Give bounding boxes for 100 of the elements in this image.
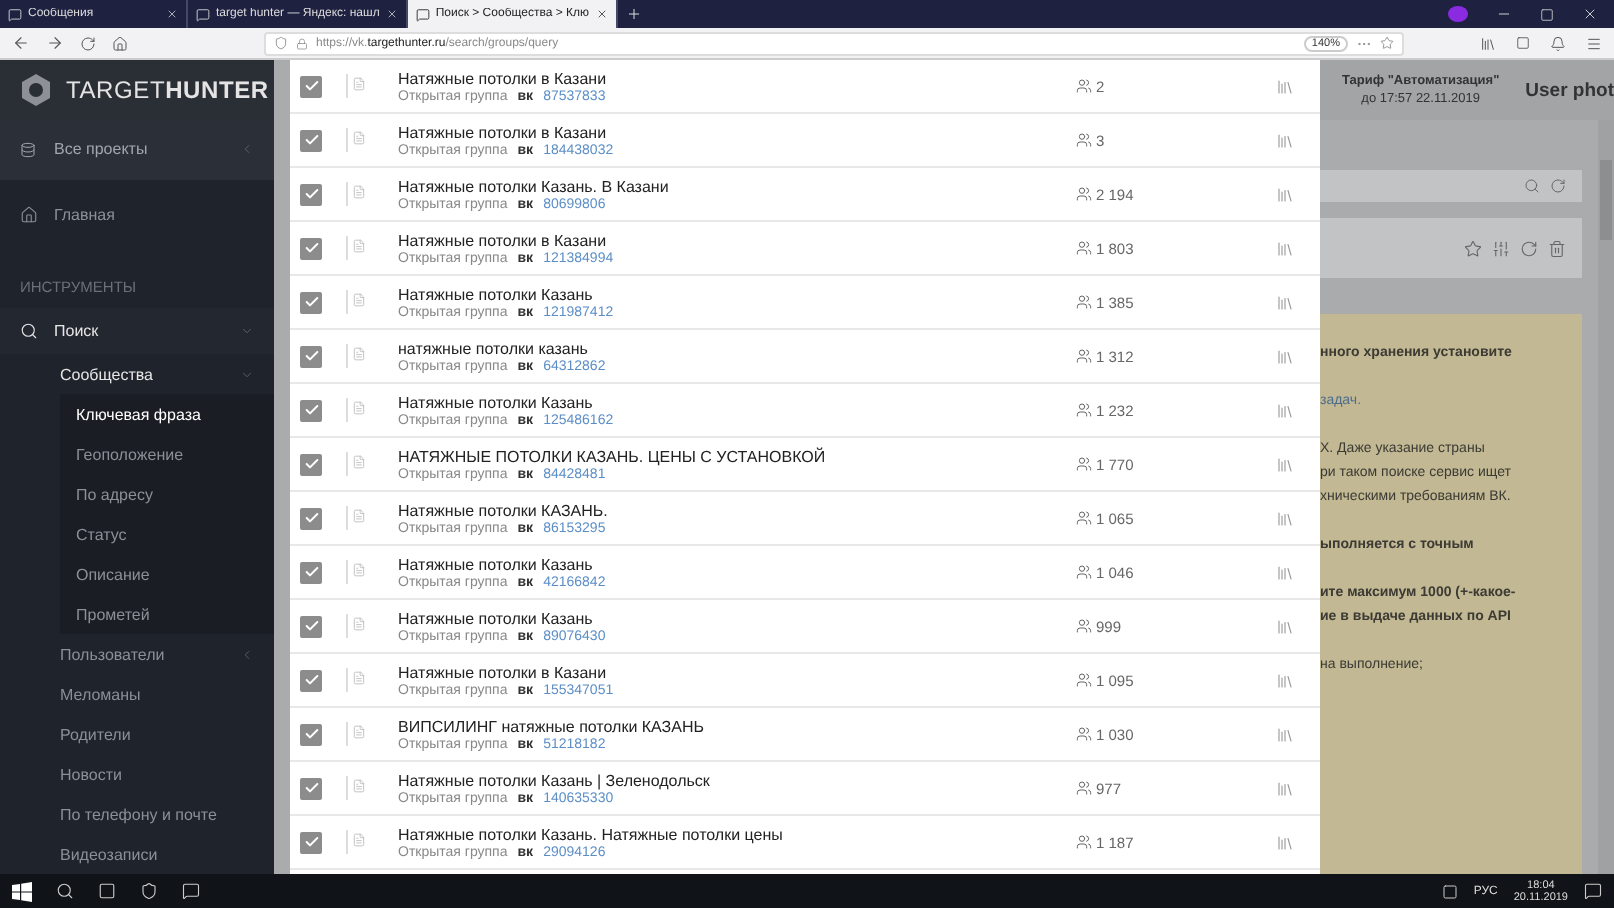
chevron-down-icon (240, 324, 254, 339)
checkbox[interactable] (300, 129, 322, 151)
sidebar-item[interactable]: Сообщества (0, 354, 274, 395)
checkbox[interactable] (300, 345, 322, 367)
checkbox[interactable] (300, 183, 322, 205)
members-icon (1076, 510, 1092, 526)
checkbox[interactable] (300, 615, 322, 637)
members-icon (1076, 618, 1092, 634)
stats-icon[interactable] (1276, 725, 1294, 743)
home-item[interactable]: Главная (0, 179, 274, 252)
stats-icon[interactable] (1276, 347, 1294, 365)
scrollbar[interactable] (1598, 120, 1614, 874)
app-icon[interactable] (182, 882, 200, 900)
task-view-icon[interactable] (98, 882, 116, 900)
checkbox[interactable] (300, 399, 322, 421)
group-avatar-icon (352, 344, 366, 364)
trash-icon[interactable] (1548, 239, 1566, 257)
refresh-icon[interactable] (1550, 178, 1566, 194)
sidebar-item[interactable]: Пользователи (0, 634, 274, 675)
group-title[interactable]: натяжные потолки казань (398, 339, 1076, 357)
group-title[interactable]: НАТЯЖНЫЕ ПОТОЛКИ КАЗАНЬ. ЦЕНЫ С УСТАНОВКОЙ (398, 447, 1076, 465)
checkbox[interactable] (300, 561, 322, 583)
group-avatar-icon (352, 560, 366, 580)
sidebar-item[interactable]: Меломаны (0, 674, 274, 715)
checkbox[interactable] (300, 723, 322, 745)
sidebar-item[interactable]: Видеозаписи (0, 834, 274, 875)
stats-icon[interactable] (1276, 779, 1294, 797)
star-icon[interactable] (1464, 239, 1482, 257)
members-icon (1076, 672, 1092, 688)
sidebar-item[interactable]: Новости (0, 754, 274, 795)
group-title[interactable]: Натяжные потолки Казань (398, 285, 1076, 303)
group-avatar-icon (352, 74, 366, 94)
members-icon (1076, 564, 1092, 580)
group-title[interactable]: Натяжные потолки Казань. Натяжные потолки цены (398, 825, 1076, 843)
group-title[interactable]: Натяжные потолки КАЗАНЬ. (398, 501, 1076, 519)
close-icon[interactable] (595, 8, 607, 20)
group-avatar-icon (352, 398, 366, 418)
stats-icon[interactable] (1276, 77, 1294, 95)
database-icon (20, 141, 36, 158)
checkbox[interactable] (300, 507, 322, 529)
back-icon[interactable] (12, 34, 30, 52)
group-title[interactable]: ВИПСИЛИНГ натяжные потолки КАЗАНЬ (398, 717, 1076, 735)
group-title[interactable]: Натяжные потолки в Казани (398, 69, 1076, 87)
stats-icon[interactable] (1276, 563, 1294, 581)
checkbox[interactable] (300, 453, 322, 475)
stats-icon[interactable] (1276, 131, 1294, 149)
group-avatar-icon (352, 452, 366, 472)
sidebar-item[interactable]: Ключевая фраза (60, 394, 274, 435)
group-title[interactable]: Натяжные потолки Казань (398, 555, 1076, 573)
stats-icon[interactable] (1276, 671, 1294, 689)
group-title[interactable]: Натяжные потолки Казань (398, 609, 1076, 627)
group-avatar-icon (352, 182, 366, 202)
group-title[interactable]: Натяжные потолки Казань. В Казани (398, 177, 1076, 195)
checkbox[interactable] (300, 237, 322, 259)
checkbox[interactable] (300, 291, 322, 313)
new-tab-icon[interactable] (625, 6, 641, 22)
sidebar-item[interactable]: Поиск (0, 307, 274, 355)
sidebar-item[interactable]: Статус (60, 514, 274, 555)
group-avatar-icon (352, 128, 366, 148)
home-icon[interactable] (112, 35, 128, 51)
stats-icon[interactable] (1276, 185, 1294, 203)
checkbox[interactable] (300, 777, 322, 799)
sliders-icon[interactable] (1492, 239, 1510, 257)
sidebar-item[interactable]: Прометей (60, 594, 274, 635)
menu-icon[interactable] (1586, 35, 1602, 51)
group-avatar-icon (352, 614, 366, 634)
checkbox[interactable] (300, 831, 322, 853)
start-icon[interactable] (12, 881, 32, 901)
stats-icon[interactable] (1276, 833, 1294, 851)
user-name[interactable]: User phot (1525, 79, 1614, 101)
sidebar-item[interactable]: Описание (60, 554, 274, 595)
checkbox[interactable] (300, 75, 322, 97)
forward-icon[interactable] (46, 34, 64, 52)
group-title[interactable]: Натяжные потолки в Казани (398, 663, 1076, 681)
members-icon (1076, 240, 1092, 256)
chevron-left-icon (240, 142, 254, 157)
checkbox[interactable] (300, 669, 322, 691)
stats-icon[interactable] (1276, 617, 1294, 635)
sidebar-item[interactable]: Родители (0, 714, 274, 755)
star-icon[interactable] (1380, 36, 1394, 50)
group-title[interactable]: Натяжные потолки Казань | Зеленодольск (398, 771, 1076, 789)
sidebar-item[interactable]: Геоположение (60, 434, 274, 475)
reload-icon[interactable] (80, 35, 96, 51)
stats-icon[interactable] (1276, 455, 1294, 473)
stats-icon[interactable] (1276, 401, 1294, 419)
group-title[interactable]: Натяжные потолки Казань (398, 393, 1076, 411)
library-icon[interactable] (1480, 35, 1496, 51)
refresh-icon[interactable] (1520, 239, 1538, 257)
restore-icon[interactable] (1540, 7, 1554, 21)
projects-item[interactable]: Все проекты (0, 119, 274, 180)
sidebar-item[interactable]: По адресу (60, 474, 274, 515)
sidebar-icon[interactable] (1516, 35, 1530, 49)
stats-icon[interactable] (1276, 239, 1294, 257)
notifications-icon[interactable] (1584, 882, 1602, 900)
sidebar-item[interactable]: По телефону и почте (0, 794, 274, 835)
members-icon (1076, 456, 1092, 472)
group-title[interactable]: Натяжные потолки в Казани (398, 231, 1076, 249)
group-title[interactable]: Натяжные потолки в Казани (398, 123, 1076, 141)
stats-icon[interactable] (1276, 293, 1294, 311)
stats-icon[interactable] (1276, 509, 1294, 527)
